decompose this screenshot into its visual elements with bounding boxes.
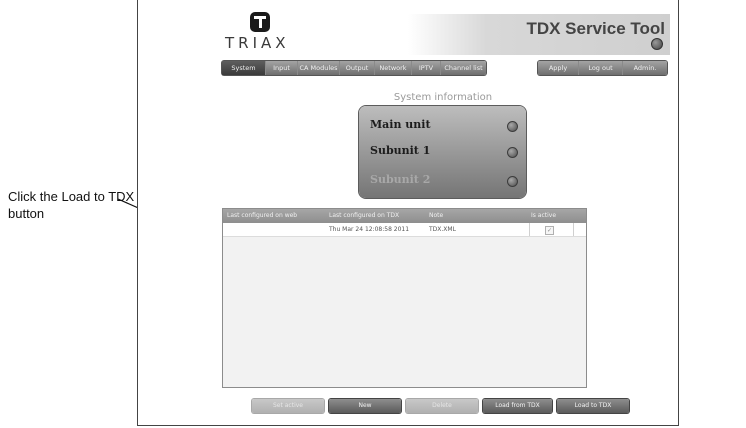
triax-logo-text: TRIAX [225, 34, 290, 52]
status-led-icon [507, 147, 518, 158]
unit-label: Main unit [370, 118, 431, 131]
tab-output[interactable]: Output [340, 61, 375, 75]
column-header: Is active [531, 212, 557, 219]
main-navigation: System Input CA Modules Output Network I… [138, 61, 680, 75]
column-header: Last configured on TDX [329, 212, 400, 219]
unit-label: Subunit 2 [370, 173, 431, 186]
status-led-icon [507, 121, 518, 132]
header-banner: TDX Service Tool [408, 14, 670, 55]
tab-iptv[interactable]: IPTV [412, 61, 441, 75]
nav-actions: Apply Log out Admin. [538, 61, 667, 75]
tab-input[interactable]: Input [266, 61, 298, 75]
status-led-icon [507, 176, 518, 187]
cell-tdx: Thu Mar 24 12:08:58 2011 [329, 226, 410, 233]
admin-button[interactable]: Admin. [623, 61, 667, 75]
unit-status-panel: Main unit Subunit 1 Subunit 2 [359, 106, 526, 198]
tab-system[interactable]: System [222, 61, 266, 75]
column-header: Last configured on web [227, 212, 298, 219]
tab-network[interactable]: Network [375, 61, 412, 75]
unit-row-subunit-2[interactable]: Subunit 2 [359, 169, 526, 191]
app-title: TDX Service Tool [526, 19, 665, 38]
load-to-tdx-button[interactable]: Load to TDX [557, 399, 629, 413]
unit-label: Subunit 1 [370, 144, 431, 157]
logout-button[interactable]: Log out [579, 61, 623, 75]
load-from-tdx-button[interactable]: Load from TDX [483, 399, 552, 413]
apply-button[interactable]: Apply [538, 61, 579, 75]
new-button[interactable]: New [329, 399, 401, 413]
tab-channel-list[interactable]: Channel list [441, 61, 486, 75]
delete-button[interactable]: Delete [406, 399, 478, 413]
set-active-button[interactable]: Set active [252, 399, 324, 413]
status-led-icon [651, 38, 663, 50]
triax-logo-icon [250, 12, 270, 32]
tdx-service-tool-window: TRIAX TDX Service Tool System Input CA M… [137, 0, 679, 426]
unit-row-main[interactable]: Main unit [359, 114, 526, 136]
table-header: Last configured on web Last configured o… [223, 209, 586, 223]
system-info-title: System information [393, 92, 493, 103]
cell-note: TDX.XML [429, 226, 456, 233]
instruction-callout: Click the Load to TDX button [8, 189, 135, 221]
unit-row-subunit-1[interactable]: Subunit 1 [359, 140, 526, 162]
configuration-table: Last configured on web Last configured o… [222, 208, 587, 388]
table-row[interactable]: Thu Mar 24 12:08:58 2011 TDX.XML ✓ [223, 223, 586, 237]
nav-tabs: System Input CA Modules Output Network I… [222, 61, 486, 75]
column-header: Note [429, 212, 444, 219]
is-active-checkbox[interactable]: ✓ [545, 226, 554, 235]
tab-ca-modules[interactable]: CA Modules [298, 61, 340, 75]
